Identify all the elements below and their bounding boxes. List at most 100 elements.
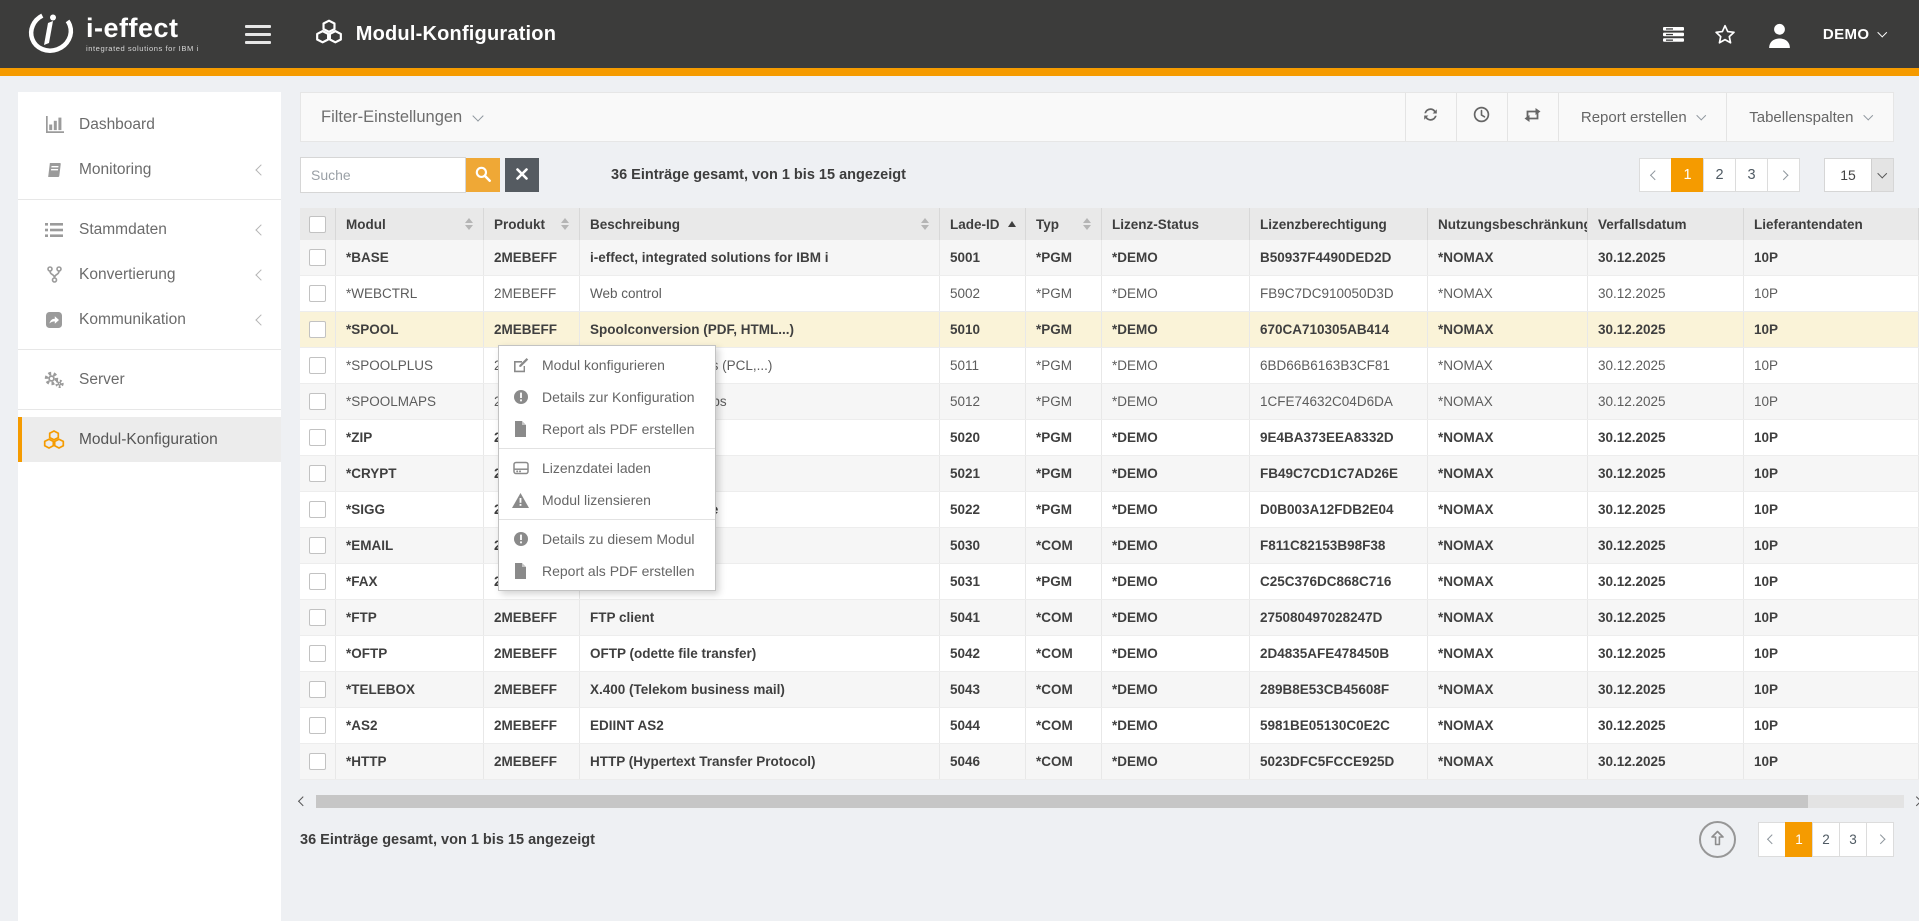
sort-icon[interactable]	[465, 218, 473, 230]
favorites-star-icon[interactable]	[1714, 24, 1736, 45]
cell-license-key: 670CA710305AB414	[1250, 312, 1428, 347]
select-all-checkbox[interactable]	[309, 216, 326, 233]
row-checkbox[interactable]	[309, 393, 326, 410]
cell-usage-limit: *NOMAX	[1428, 708, 1588, 743]
context-menu-item-report-als-pdf-erstellen[interactable]: Report als PDF erstellen	[499, 413, 715, 445]
cell-license-status: *DEMO	[1102, 456, 1250, 491]
cell-type: *COM	[1026, 528, 1102, 563]
page-button-1[interactable]: 1	[1785, 822, 1813, 857]
table-row[interactable]: *WEBCTRL2MEBEFFWeb control5002*PGM*DEMOF…	[300, 276, 1919, 312]
column-header-beschreibung[interactable]: Beschreibung	[580, 208, 940, 240]
cell-description: OFTP (odette file transfer)	[580, 636, 940, 671]
row-checkbox[interactable]	[309, 249, 326, 266]
context-menu-item-modul-lizensieren[interactable]: Modul lizensieren	[499, 484, 715, 516]
transfer-button[interactable]	[1508, 93, 1558, 141]
table-row[interactable]: *FTP2MEBEFFFTP client5041*COM*DEMO275080…	[300, 600, 1919, 636]
report-dropdown[interactable]: Report erstellen	[1559, 93, 1726, 141]
sidebar-item-konvertierung[interactable]: Konvertierung	[18, 252, 281, 297]
search-input[interactable]	[300, 157, 466, 193]
column-header-lizenzberechtigung[interactable]: Lizenzberechtigung	[1250, 208, 1428, 240]
next-page-button[interactable]	[1767, 158, 1800, 192]
table-row[interactable]: *BASE2MEBEFFi-effect, integrated solutio…	[300, 240, 1919, 276]
user-menu[interactable]: DEMO	[1823, 26, 1885, 43]
page-button-1[interactable]: 1	[1671, 158, 1704, 192]
previous-page-button[interactable]	[1639, 158, 1672, 192]
context-menu-item-lizenzdatei-laden[interactable]: Lizenzdatei laden	[499, 452, 715, 484]
context-menu-item-details-zur-konfiguration[interactable]: Details zur Konfiguration	[499, 381, 715, 413]
row-checkbox[interactable]	[309, 321, 326, 338]
row-checkbox[interactable]	[309, 285, 326, 302]
sidebar-item-modul-konfiguration[interactable]: Modul-Konfiguration	[18, 417, 281, 462]
context-menu-item-modul-konfigurieren[interactable]: Modul konfigurieren	[499, 349, 715, 381]
row-checkbox[interactable]	[309, 357, 326, 374]
column-label: Lieferantendaten	[1754, 217, 1863, 232]
select-all-header-cell[interactable]	[300, 208, 336, 240]
sidebar-item-kommunikation[interactable]: Kommunikation	[18, 297, 281, 342]
menu-toggle-button[interactable]	[245, 25, 271, 44]
clear-search-button[interactable]	[505, 158, 539, 192]
column-header-typ[interactable]: Typ	[1026, 208, 1102, 240]
page-size-select[interactable]: 15	[1824, 158, 1894, 192]
column-header-produkt[interactable]: Produkt	[484, 208, 580, 240]
scroll-left-icon[interactable]	[299, 796, 308, 805]
row-checkbox[interactable]	[309, 537, 326, 554]
row-checkbox[interactable]	[309, 609, 326, 626]
next-page-button[interactable]	[1866, 822, 1894, 857]
table-row[interactable]: *TELEBOX2MEBEFFX.400 (Telekom business m…	[300, 672, 1919, 708]
context-menu-item-label: Details zur Konfiguration	[542, 389, 695, 405]
sidebar-item-monitoring[interactable]: Monitoring	[18, 147, 281, 192]
cell-supplier-data: 10P	[1744, 384, 1919, 419]
column-header-lieferantendaten[interactable]: Lieferantendaten	[1744, 208, 1919, 240]
page-button-3[interactable]: 3	[1735, 158, 1768, 192]
page-button-3[interactable]: 3	[1839, 822, 1867, 857]
sort-icon[interactable]	[1083, 218, 1091, 230]
scrollbar-thumb[interactable]	[316, 795, 1809, 808]
user-avatar-icon[interactable]	[1766, 21, 1793, 48]
table-row[interactable]: *SPOOL2MEBEFFSpoolconversion (PDF, HTML.…	[300, 312, 1919, 348]
sort-icon[interactable]	[561, 218, 569, 230]
row-checkbox[interactable]	[309, 645, 326, 662]
cell-load-id: 5041	[940, 600, 1026, 635]
context-menu-item-report-als-pdf-erstellen[interactable]: Report als PDF erstellen	[499, 555, 715, 587]
previous-page-button[interactable]	[1758, 822, 1786, 857]
page-button-2[interactable]: 2	[1703, 158, 1736, 192]
row-checkbox[interactable]	[309, 717, 326, 734]
row-checkbox[interactable]	[309, 753, 326, 770]
row-checkbox[interactable]	[309, 573, 326, 590]
cell-product: 2MEBEFF	[484, 672, 580, 707]
table-row[interactable]: *AS22MEBEFFEDIINT AS25044*COM*DEMO5981BE…	[300, 708, 1919, 744]
horizontal-scrollbar[interactable]	[300, 793, 1919, 809]
column-header-lizenz-status[interactable]: Lizenz-Status	[1102, 208, 1250, 240]
cell-load-id: 5020	[940, 420, 1026, 455]
page-button-2[interactable]: 2	[1812, 822, 1840, 857]
scroll-right-icon[interactable]	[1911, 796, 1919, 805]
row-checkbox[interactable]	[309, 681, 326, 698]
sidebar-item-dashboard[interactable]: Dashboard	[18, 102, 281, 147]
session-list-icon[interactable]	[1663, 26, 1684, 43]
refresh-button[interactable]	[1406, 93, 1456, 141]
cell-license-key: B50937F4490DED2D	[1250, 240, 1428, 275]
search-button[interactable]	[466, 158, 500, 192]
column-header-lade-id[interactable]: Lade-ID	[940, 208, 1026, 240]
filter-settings-dropdown[interactable]: Filter-Einstellungen	[301, 93, 1405, 141]
scroll-to-top-button[interactable]	[1699, 821, 1736, 858]
columns-dropdown[interactable]: Tabellenspalten	[1727, 93, 1893, 141]
column-header-verfallsdatum[interactable]: Verfallsdatum	[1588, 208, 1744, 240]
scrollbar-track[interactable]	[316, 795, 1904, 808]
app-logo[interactable]: i-effect integrated solutions for IBM i	[26, 9, 199, 60]
sort-icon[interactable]	[921, 218, 929, 230]
history-button[interactable]	[1457, 93, 1507, 141]
sidebar-item-server[interactable]: Server	[18, 357, 281, 402]
table-row[interactable]: *HTTP2MEBEFFHTTP (Hypertext Transfer Pro…	[300, 744, 1919, 780]
sidebar-item-stammdaten[interactable]: Stammdaten	[18, 207, 281, 252]
row-checkbox[interactable]	[309, 429, 326, 446]
context-menu-item-details-zu-diesem-modul[interactable]: Details zu diesem Modul	[499, 523, 715, 555]
row-checkbox[interactable]	[309, 501, 326, 518]
column-header-modul[interactable]: Modul	[336, 208, 484, 240]
column-header-nutzungsbeschr-nkung[interactable]: Nutzungsbeschränkung	[1428, 208, 1588, 240]
sort-asc-icon[interactable]	[1008, 221, 1016, 227]
cell-expiry: 30.12.2025	[1588, 384, 1744, 419]
row-checkbox[interactable]	[309, 465, 326, 482]
table-row[interactable]: *OFTP2MEBEFFOFTP (odette file transfer)5…	[300, 636, 1919, 672]
cell-license-key: FB9C7DC910050D3D	[1250, 276, 1428, 311]
